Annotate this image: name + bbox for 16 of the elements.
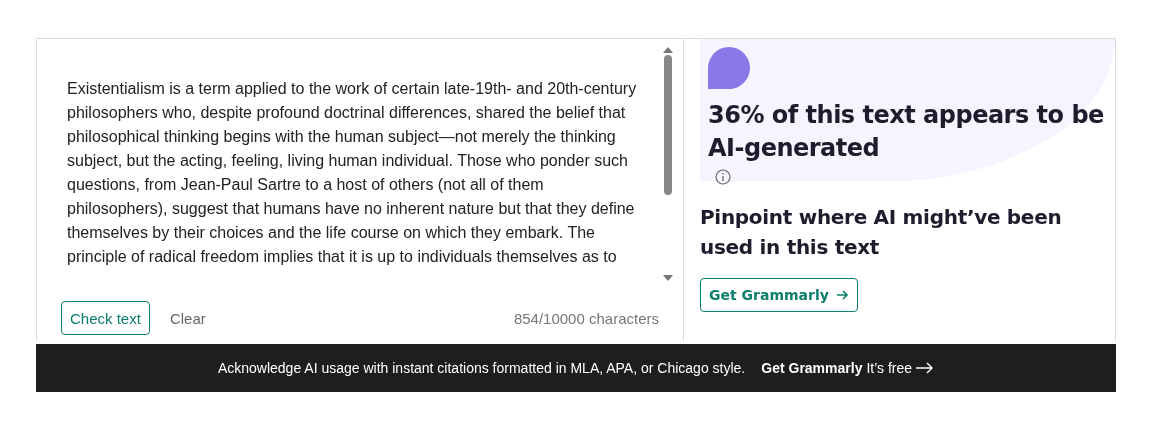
check-text-button[interactable]: Check text	[61, 301, 150, 335]
character-counter: 854/10000 characters	[513, 309, 659, 327]
scrollbar-thumb[interactable]	[664, 55, 672, 195]
speech-bubble-icon	[708, 47, 750, 89]
banner-text: Acknowledge AI usage with instant citations formatted in MLA, APA, or Chicago style.	[217, 360, 746, 376]
text-input-area[interactable]: Existentialism is a term applied to the work of certain late-19th- and 20th-century philosophers who, despite profound doctrinal differences, shared the belief that philosophical thinking begins with the human subject—not merely the thinking subject, but the acting, feeling, living human individual. Those who ponder such questions, from Jean-Paul Sartre to a host of others (not all of them philosophers), suggest that humans have no inherent nature but that they define themselves by their choices and the life course on which they embark. The principle of radical freedom implies that it is up to individuals themselves as to	[67, 47, 661, 281]
pinpoint-heading: Pinpoint where AI might’ve been used in this text	[700, 204, 1063, 261]
ai-score-heading: 36% of this text appears to be AI-generated	[708, 100, 1105, 164]
clear-button[interactable]: Clear	[169, 309, 206, 327]
arrow-right-icon	[916, 362, 935, 374]
scroll-up-icon[interactable]	[663, 47, 673, 53]
info-icon[interactable]	[715, 169, 731, 185]
get-grammarly-link[interactable]: Get Grammarly It’s free	[761, 360, 935, 376]
arrow-right-icon	[836, 290, 849, 300]
scroll-down-icon[interactable]	[663, 275, 673, 281]
get-grammarly-button[interactable]: Get Grammarly	[700, 278, 858, 312]
